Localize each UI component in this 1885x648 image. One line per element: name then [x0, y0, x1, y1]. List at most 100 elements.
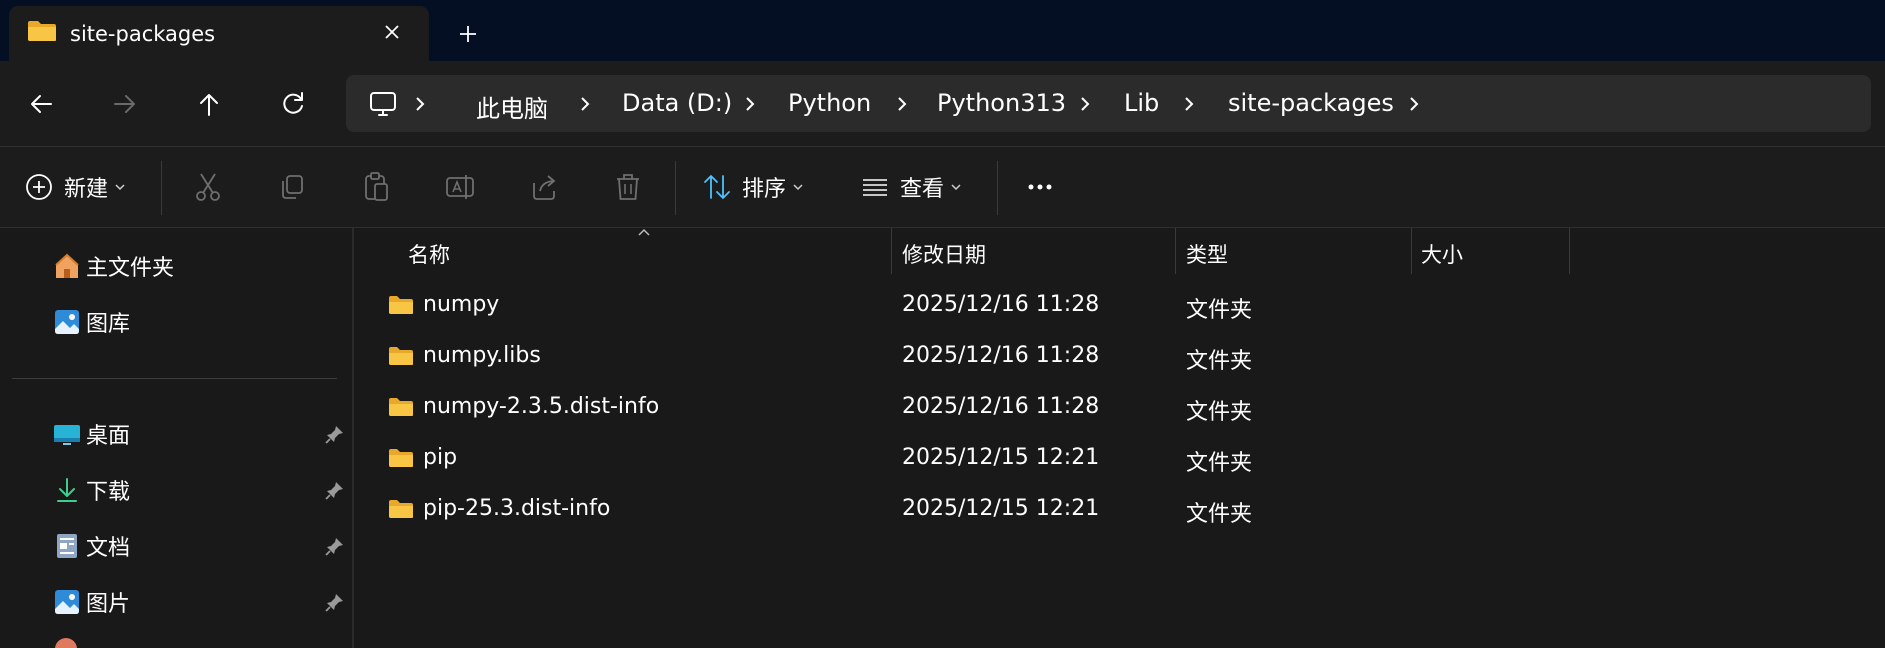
column-header-size[interactable]: 大小	[1421, 239, 1463, 269]
column-header-name[interactable]: 名称	[408, 239, 450, 269]
folder-icon	[389, 347, 413, 365]
pin-icon[interactable]	[324, 591, 346, 613]
back-button[interactable]	[19, 82, 63, 126]
separator	[161, 161, 162, 215]
chevron-right-icon[interactable]	[892, 93, 912, 115]
close-icon[interactable]	[376, 16, 408, 48]
cut-icon[interactable]	[190, 169, 226, 205]
title-bar: site-packages	[0, 0, 1885, 61]
breadcrumb-python313[interactable]: Python313	[937, 89, 1066, 117]
column-divider[interactable]	[1411, 228, 1412, 274]
new-label: 新建	[64, 177, 109, 202]
column-divider[interactable]	[1569, 228, 1570, 274]
column-divider[interactable]	[891, 228, 892, 274]
sidebar-item-desktop[interactable]: 桌面	[52, 417, 352, 451]
gallery-icon	[55, 310, 79, 334]
breadcrumb-this-pc[interactable]: 此电脑	[476, 89, 548, 124]
document-icon	[57, 534, 77, 558]
chevron-right-icon[interactable]	[575, 93, 595, 115]
chevron-down-icon	[951, 184, 961, 191]
sidebar-item-label: 下载	[86, 480, 131, 505]
file-date: 2025/12/16 11:28	[902, 292, 1100, 317]
forward-button[interactable]	[103, 82, 147, 126]
file-type: 文件夹	[1186, 349, 1253, 374]
plus-circle-icon	[26, 174, 52, 200]
new-button[interactable]: 新建	[24, 169, 126, 205]
sidebar-divider	[12, 378, 337, 379]
sidebar-item-documents[interactable]: 文档	[52, 529, 352, 563]
arrow-right-icon	[114, 95, 135, 113]
sidebar-item-downloads[interactable]: 下载	[52, 473, 352, 507]
file-type: 文件夹	[1186, 298, 1253, 323]
tab-title: site-packages	[70, 22, 216, 46]
folder-icon	[389, 296, 413, 314]
chevron-right-icon[interactable]	[1404, 93, 1424, 115]
file-name: numpy-2.3.5.dist-info	[423, 394, 660, 419]
folder-icon	[389, 500, 413, 518]
plus-icon[interactable]	[452, 18, 484, 50]
breadcrumb-data-drive[interactable]: Data (D:)	[622, 89, 732, 117]
file-type: 文件夹	[1186, 502, 1253, 527]
file-name: numpy	[423, 292, 500, 317]
sort-button[interactable]: 排序	[702, 169, 804, 205]
more-options-icon[interactable]	[1022, 169, 1058, 205]
file-type: 文件夹	[1186, 451, 1253, 476]
file-name: pip-25.3.dist-info	[423, 496, 611, 521]
sidebar-item-label: 文档	[86, 536, 131, 561]
file-date: 2025/12/15 12:21	[902, 496, 1100, 521]
file-row[interactable]: numpy.libs 2025/12/16 11:28 文件夹	[354, 333, 1885, 381]
sort-label: 排序	[742, 177, 787, 202]
chevron-right-icon[interactable]	[1075, 93, 1095, 115]
address-bar[interactable]: 此电脑 Data (D:) Python Python313 Lib site-…	[346, 75, 1871, 132]
computer-icon[interactable]	[368, 89, 398, 119]
folder-icon	[28, 21, 56, 41]
file-row[interactable]: numpy 2025/12/16 11:28 文件夹	[354, 282, 1885, 330]
view-list-icon	[863, 179, 887, 196]
column-header-date[interactable]: 修改日期	[902, 239, 986, 269]
sidebar-item-home[interactable]: 主文件夹	[52, 249, 352, 283]
rename-icon[interactable]	[442, 169, 478, 205]
pictures-icon	[55, 590, 79, 614]
file-date: 2025/12/16 11:28	[902, 394, 1100, 419]
paste-icon[interactable]	[358, 169, 394, 205]
refresh-icon	[283, 92, 303, 114]
sort-ascending-icon	[638, 228, 650, 236]
column-divider[interactable]	[1175, 228, 1176, 274]
chevron-right-icon[interactable]	[740, 93, 760, 115]
up-button[interactable]	[187, 82, 231, 126]
sidebar-item-music-icon[interactable]	[55, 638, 77, 648]
file-date: 2025/12/15 12:21	[902, 445, 1100, 470]
file-row[interactable]: pip-25.3.dist-info 2025/12/15 12:21 文件夹	[354, 486, 1885, 534]
breadcrumb-site-packages[interactable]: site-packages	[1228, 89, 1394, 117]
folder-icon	[389, 449, 413, 467]
file-row[interactable]: pip 2025/12/15 12:21 文件夹	[354, 435, 1885, 483]
chevron-right-icon[interactable]	[1179, 93, 1199, 115]
copy-icon[interactable]	[274, 169, 310, 205]
share-icon[interactable]	[526, 169, 562, 205]
sidebar-item-label: 主文件夹	[86, 256, 175, 281]
command-bar: 新建 排序 查看	[0, 147, 1885, 227]
view-button[interactable]: 查看	[860, 169, 962, 205]
home-icon	[55, 253, 79, 278]
refresh-button[interactable]	[271, 82, 315, 126]
arrow-up-icon	[200, 94, 218, 116]
pin-icon[interactable]	[324, 535, 346, 557]
sidebar-item-label: 图库	[86, 312, 131, 337]
file-row[interactable]: numpy-2.3.5.dist-info 2025/12/16 11:28 文…	[354, 384, 1885, 432]
view-label: 查看	[900, 177, 945, 202]
sidebar-item-gallery[interactable]: 图库	[52, 305, 352, 339]
arrow-left-icon	[31, 95, 52, 113]
delete-icon[interactable]	[610, 169, 646, 205]
chevron-down-icon	[115, 184, 125, 191]
sidebar-item-pictures[interactable]: 图片	[52, 585, 352, 619]
column-header-type[interactable]: 类型	[1186, 239, 1228, 269]
tab-site-packages[interactable]: site-packages	[9, 6, 429, 61]
file-name: numpy.libs	[423, 343, 541, 368]
pin-icon[interactable]	[324, 423, 346, 445]
chevron-right-icon[interactable]	[410, 93, 430, 115]
pin-icon[interactable]	[324, 479, 346, 501]
sort-icon	[704, 175, 730, 199]
breadcrumb-python[interactable]: Python	[788, 89, 871, 117]
separator	[675, 161, 676, 215]
breadcrumb-lib[interactable]: Lib	[1124, 89, 1159, 117]
